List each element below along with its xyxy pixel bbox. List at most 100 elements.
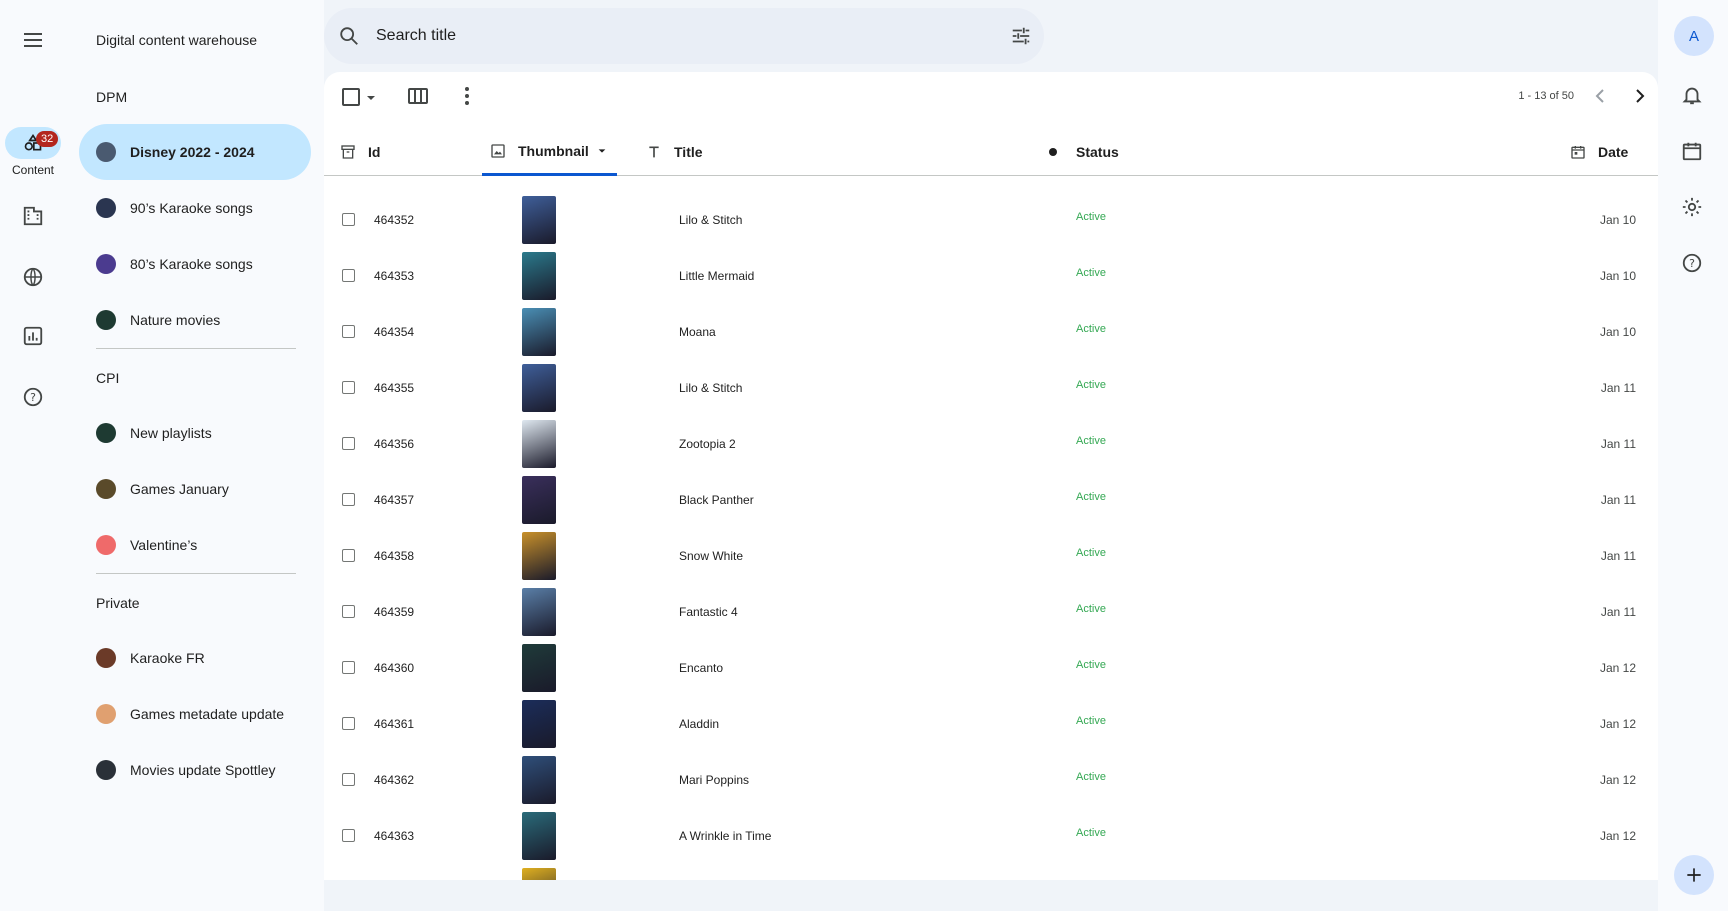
row-checkbox[interactable]: [342, 269, 355, 282]
status-badge: Active: [1076, 323, 1106, 335]
chevron-left-icon[interactable]: [1588, 84, 1612, 108]
archive-icon: [340, 144, 356, 160]
right-rail: A ?: [1658, 0, 1728, 911]
search-bar[interactable]: Search title: [324, 8, 1044, 64]
column-header-title[interactable]: Title: [646, 128, 703, 176]
row-date: Jan 11: [1600, 493, 1636, 507]
sidebar-item-disney[interactable]: Disney 2022 - 2024: [79, 124, 311, 180]
sort-dropdown-icon[interactable]: [597, 146, 607, 156]
status-badge: Active: [1076, 715, 1106, 727]
avatar[interactable]: A: [1674, 16, 1714, 56]
sidebar-item-nature-movies[interactable]: Nature movies: [79, 292, 311, 348]
select-all-checkbox[interactable]: [342, 88, 360, 106]
row-title: Encanto: [679, 661, 724, 675]
row-id: 464359: [374, 605, 415, 619]
thumbnail-image[interactable]: [522, 756, 556, 804]
row-title: Little Mermaid: [679, 269, 755, 283]
sidebar-item-games-january[interactable]: Games January: [79, 461, 311, 517]
divider: [96, 573, 296, 574]
globe-icon[interactable]: [0, 266, 66, 288]
status-badge: Active: [1076, 603, 1106, 615]
table-row[interactable]: 464353 Little Mermaid Active Jan 10: [324, 248, 1658, 304]
row-date: Jan 12: [1599, 773, 1636, 787]
row-checkbox[interactable]: [342, 773, 355, 786]
table-row[interactable]: 464358 Snow White Active Jan 11: [324, 528, 1658, 584]
calendar-icon: [1570, 144, 1586, 160]
chevron-right-icon[interactable]: [1628, 84, 1652, 108]
thumbnail-image[interactable]: [522, 812, 556, 860]
column-header-date[interactable]: Date: [1570, 128, 1628, 176]
thumbnail-image[interactable]: [522, 532, 556, 580]
filter-icon[interactable]: [1010, 25, 1032, 47]
thumbnail-image[interactable]: [522, 868, 556, 880]
settings-icon[interactable]: [1681, 196, 1703, 218]
status-badge: Active: [1076, 435, 1106, 447]
row-checkbox[interactable]: [342, 661, 355, 674]
sidebar-item-80s-karaoke[interactable]: 80’s Karaoke songs: [79, 236, 311, 292]
table-row[interactable]: 464354 Moana Active Jan 10: [324, 304, 1658, 360]
table-row[interactable]: 464357 Black Panther Active Jan 11: [324, 472, 1658, 528]
sidebar-item-new-playlists[interactable]: New playlists: [79, 405, 311, 461]
help-icon[interactable]: ?: [1681, 252, 1703, 274]
row-id: 464361: [374, 717, 415, 731]
thumbnail-image[interactable]: [522, 588, 556, 636]
notifications-icon[interactable]: [1681, 84, 1703, 106]
sidebar-item-label: Nature movies: [130, 312, 221, 328]
chevron-down-icon[interactable]: [365, 92, 377, 104]
apartment-icon[interactable]: [0, 205, 66, 227]
menu-icon[interactable]: [21, 28, 45, 52]
columns-icon[interactable]: [406, 84, 430, 108]
table-row[interactable]: 464361 Aladdin Active Jan 12: [324, 696, 1658, 752]
divider: [96, 348, 296, 349]
table-row[interactable]: 464364HoppersActiveJan 12: [324, 864, 1658, 880]
row-checkbox[interactable]: [342, 829, 355, 842]
row-checkbox[interactable]: [342, 381, 355, 394]
table-row[interactable]: 464363 A Wrinkle in Time Active Jan 12: [324, 808, 1658, 864]
sidebar-item-valentines[interactable]: Valentine’s: [79, 517, 311, 573]
analytics-icon[interactable]: [0, 325, 66, 347]
sidebar-item-90s-karaoke[interactable]: 90’s Karaoke songs: [79, 180, 311, 236]
thumbnail-image[interactable]: [522, 252, 556, 300]
sidebar-item-movies-update[interactable]: Movies update Spottley: [79, 742, 311, 798]
help-icon[interactable]: ?: [0, 386, 66, 408]
thumbnail-image[interactable]: [522, 196, 556, 244]
row-id: 464357: [374, 493, 415, 507]
table-row[interactable]: 464356 Zootopia 2 Active Jan 11: [324, 416, 1658, 472]
row-title: Snow White: [679, 549, 744, 563]
row-checkbox[interactable]: [342, 549, 355, 562]
row-checkbox[interactable]: [342, 325, 355, 338]
row-checkbox[interactable]: [342, 213, 355, 226]
thumbnail-image[interactable]: [522, 364, 556, 412]
row-checkbox[interactable]: [342, 437, 355, 450]
collection-icon: [96, 760, 116, 780]
rail-item-content[interactable]: 32 Content: [0, 127, 66, 177]
row-date: Jan 10: [1599, 269, 1636, 283]
column-header-status[interactable]: Status: [1048, 128, 1119, 176]
row-checkbox[interactable]: [342, 717, 355, 730]
row-checkbox[interactable]: [342, 605, 355, 618]
row-checkbox[interactable]: [342, 493, 355, 506]
thumbnail-image[interactable]: [522, 644, 556, 692]
column-header-thumbnail[interactable]: Thumbnail: [482, 128, 617, 176]
thumbnail-image[interactable]: [522, 476, 556, 524]
add-button[interactable]: [1674, 855, 1714, 895]
table-row[interactable]: 464360 Encanto Active Jan 12: [324, 640, 1658, 696]
sidebar-item-games-metadata[interactable]: Games metadate update: [79, 686, 311, 742]
side-navigation: Digital content warehouse DPM Disney 202…: [66, 0, 324, 911]
table-row[interactable]: 464362 Mari Poppins Active Jan 12: [324, 752, 1658, 808]
thumbnail-image[interactable]: [522, 700, 556, 748]
table-row[interactable]: 464352 Lilo & Stitch Active Jan 10: [324, 192, 1658, 248]
table-row[interactable]: 464355 Lilo & Stitch Active Jan 11: [324, 360, 1658, 416]
column-header-id[interactable]: Id: [340, 128, 380, 176]
svg-text:?: ?: [1689, 257, 1695, 270]
sidebar-item-karaoke-fr[interactable]: Karaoke FR: [79, 630, 311, 686]
thumbnail-image[interactable]: [522, 308, 556, 356]
more-vert-icon[interactable]: [455, 84, 479, 108]
row-date: Jan 10: [1599, 213, 1636, 227]
calendar-icon[interactable]: [1681, 140, 1703, 162]
thumbnail-image[interactable]: [522, 420, 556, 468]
table-row[interactable]: 464359 Fantastic 4 Active Jan 11: [324, 584, 1658, 640]
collection-icon: [96, 535, 116, 555]
search-input[interactable]: Search title: [376, 27, 1010, 45]
search-icon[interactable]: [338, 25, 360, 47]
